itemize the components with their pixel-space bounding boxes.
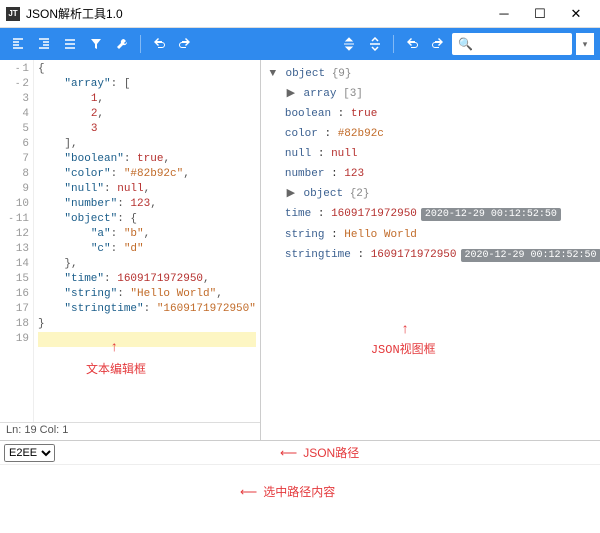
undo-icon[interactable] [147,32,171,56]
indent-right-icon[interactable] [32,32,56,56]
editor-status-bar: Ln: 19 Col: 1 [0,422,260,440]
filter-icon[interactable] [84,32,108,56]
timestamp-badge: 2020-12-29 00:12:52:50 [461,249,600,262]
main-split: -1-2345678910-111213141516171819 { "arra… [0,60,600,440]
path-select[interactable]: E2EE [4,444,55,462]
tree-twisty-icon[interactable]: ▶ [285,184,297,204]
tree-twisty-icon[interactable]: ▶ [285,84,297,104]
callout-path: ⟵JSON路径 [280,444,359,461]
indent-left-icon[interactable] [6,32,30,56]
selected-content-area[interactable]: ⟵选中路径内容 [0,464,600,514]
search-box[interactable]: 🔍 [452,33,572,55]
callout-tree: JSON视图框 [371,340,436,360]
callout-content: ⟵选中路径内容 [240,483,335,500]
tree-undo-icon[interactable] [400,32,424,56]
expand-vertical-icon[interactable] [363,32,387,56]
search-input[interactable] [477,38,566,50]
tree-twisty-icon[interactable]: ▼ [267,64,279,84]
tree-redo-icon[interactable] [426,32,450,56]
list-icon[interactable] [58,32,82,56]
app-icon: JT [6,7,20,21]
wrench-icon[interactable] [110,32,134,56]
close-button[interactable]: ✕ [558,6,594,22]
collapse-vertical-icon[interactable] [337,32,361,56]
code-editor[interactable]: -1-2345678910-111213141516171819 { "arra… [0,60,260,422]
window-title: JSON解析工具1.0 [26,5,486,22]
callout-arrow-up-icon: ↑ [401,320,409,340]
editor-pane: -1-2345678910-111213141516171819 { "arra… [0,60,261,440]
window-titlebar: JT JSON解析工具1.0 ─ ☐ ✕ [0,0,600,28]
search-options-dropdown[interactable]: ▾ [576,33,594,55]
code-body[interactable]: { "array": [ 1, 2, 3 ], "boolean": true,… [34,60,260,422]
main-toolbar: 🔍 ▾ [0,28,600,60]
line-gutter: -1-2345678910-111213141516171819 [0,60,34,422]
maximize-button[interactable]: ☐ [522,6,558,22]
toolbar-divider [393,35,394,53]
redo-icon[interactable] [173,32,197,56]
minimize-button[interactable]: ─ [486,6,522,21]
json-path-bar: E2EE ⟵JSON路径 [0,440,600,464]
toolbar-divider [140,35,141,53]
timestamp-badge: 2020-12-29 00:12:52:50 [421,208,561,221]
tree-pane[interactable]: ▼ object {9}▶ array [3]boolean : truecol… [261,60,600,440]
search-icon: 🔍 [458,37,473,51]
